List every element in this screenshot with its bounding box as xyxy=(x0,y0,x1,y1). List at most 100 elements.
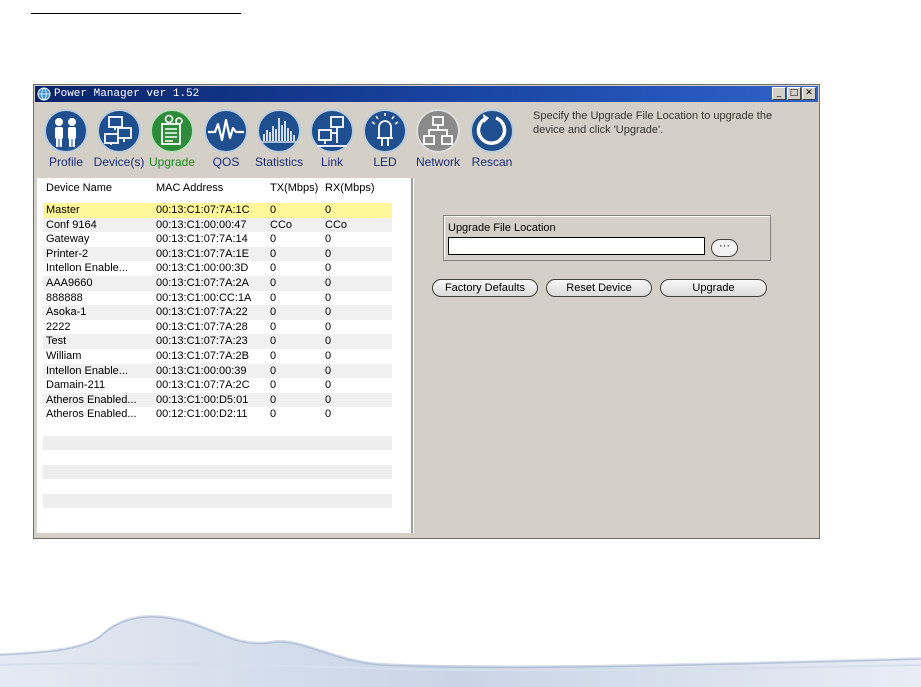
tx-cell: 0 xyxy=(270,262,277,275)
empty-row xyxy=(43,465,392,479)
toolbar-statistics[interactable]: Statistics xyxy=(251,105,307,175)
rx-cell: 0 xyxy=(325,320,332,333)
upgrade-file-path-input[interactable] xyxy=(448,237,705,255)
toolbar-rescan[interactable]: Rescan xyxy=(464,105,520,175)
tx-cell: 0 xyxy=(270,364,277,377)
device-name-cell: Intellon Enable... xyxy=(46,364,128,377)
top-rule xyxy=(31,13,241,14)
toolbar-upgrade[interactable]: Upgrade xyxy=(144,105,200,175)
mac-address-cell: 00:13:C1:07:7A:14 xyxy=(156,233,248,246)
upgrade-file-location-label: Upgrade File Location xyxy=(448,222,556,234)
rx-cell: 0 xyxy=(325,204,332,216)
table-row[interactable]: Atheros Enabled... 00:12:C1:00:D2:11 0 0 xyxy=(43,407,392,422)
tx-cell: 0 xyxy=(270,335,277,348)
rx-cell: CCo xyxy=(325,218,348,231)
toolbar-link[interactable]: Link xyxy=(304,105,360,175)
maximize-button[interactable]: □ xyxy=(787,87,801,100)
device-rows: Master 00:13:C1:07:7A:1C 0 0 Conf 9164 00:13:… xyxy=(43,203,392,422)
tx-cell: 0 xyxy=(270,408,277,421)
instruction-text: Specify the Upgrade File Location to upg… xyxy=(533,110,773,136)
column-header-mac-address[interactable]: MAC Address xyxy=(156,182,223,194)
table-row[interactable]: Atheros Enabled... 00:13:C1:00:D5:01 0 0 xyxy=(43,392,392,408)
mac-address-cell: 00:12:C1:00:D2:11 xyxy=(156,408,248,421)
table-row[interactable]: Test 00:13:C1:07:7A:23 0 0 xyxy=(43,334,392,349)
mac-address-cell: 00:13:C1:00:00:3D xyxy=(156,262,249,275)
factory-defaults-button[interactable]: Factory Defaults xyxy=(432,279,538,297)
upgrade-button[interactable]: Upgrade xyxy=(660,279,767,297)
toolbar-profile[interactable]: Profile xyxy=(38,105,94,175)
toolbar: Profile Device(s) Upgrade QOS Statistics… xyxy=(38,105,516,175)
mac-address-cell: 00:13:C1:07:7A:1C xyxy=(156,204,250,216)
device-name-cell: Gateway xyxy=(46,233,90,246)
tx-cell: 0 xyxy=(270,393,277,406)
mac-address-cell: 00:13:C1:00:D5:01 xyxy=(156,393,249,406)
rx-cell: 0 xyxy=(325,408,332,421)
column-header-tx[interactable]: TX(Mbps) xyxy=(270,182,318,194)
tx-cell: 0 xyxy=(270,204,277,216)
rx-cell: 0 xyxy=(325,306,332,319)
table-row[interactable]: Master 00:13:C1:07:7A:1C 0 0 xyxy=(43,203,392,218)
decorative-wave xyxy=(0,614,921,687)
mac-address-cell: 00:13:C1:00:CC:1A xyxy=(156,291,252,304)
bars-icon xyxy=(257,109,301,153)
table-row[interactable]: 2222 00:13:C1:07:7A:28 0 0 xyxy=(43,320,392,335)
mac-address-cell: 00:13:C1:07:7A:1E xyxy=(156,247,249,260)
rx-cell: 0 xyxy=(325,291,332,304)
column-header-rx[interactable]: RX(Mbps) xyxy=(325,182,375,194)
table-row[interactable]: AAA9660 00:13:C1:07:7A:2A 0 0 xyxy=(43,275,392,291)
rx-cell: 0 xyxy=(325,335,332,348)
rx-cell: 0 xyxy=(325,233,332,246)
toolbar-led[interactable]: LED xyxy=(357,105,413,175)
title-bar[interactable]: Power Manager ver 1.52 _ □ ✕ xyxy=(35,86,818,102)
window-controls: _ □ ✕ xyxy=(772,87,816,100)
browse-button[interactable]: ··· xyxy=(711,239,738,257)
toolbar-devices[interactable]: Device(s) xyxy=(91,105,147,175)
device-name-cell: Atheros Enabled... xyxy=(46,408,137,421)
tx-cell: 0 xyxy=(270,233,277,246)
toolbar-label: Device(s) xyxy=(93,155,145,169)
table-row[interactable]: Intellon Enable... 00:13:C1:00:00:3D 0 0 xyxy=(43,261,392,276)
table-row[interactable]: Conf 9164 00:13:C1:00:00:47 CCo CCo xyxy=(43,217,392,233)
toolbar-label: LED xyxy=(373,155,397,169)
rx-cell: 0 xyxy=(325,364,332,377)
table-row[interactable]: 888888 00:13:C1:00:CC:1A 0 0 xyxy=(43,291,392,306)
table-row[interactable]: Asoka-1 00:13:C1:07:7A:22 0 0 xyxy=(43,305,392,320)
upgrade-panel: Upgrade File Location ··· Factory Defaul… xyxy=(413,178,817,533)
device-name-cell: William xyxy=(46,349,82,362)
device-name-cell: Intellon Enable... xyxy=(46,262,128,275)
empty-row xyxy=(43,436,392,450)
tx-cell: 0 xyxy=(270,379,277,392)
toolbar-label: QOS xyxy=(212,155,240,169)
window-title: Power Manager ver 1.52 xyxy=(54,88,200,100)
upgrade-file-location-group: Upgrade File Location ··· xyxy=(443,215,771,261)
minimize-button[interactable]: _ xyxy=(772,87,786,100)
table-row[interactable]: Damain-211 00:13:C1:07:7A:2C 0 0 xyxy=(43,378,392,393)
toolbar-label: Statistics xyxy=(254,155,303,169)
table-row[interactable]: Printer-2 00:13:C1:07:7A:1E 0 0 xyxy=(43,246,392,262)
toolbar-label: Profile xyxy=(48,155,83,169)
tx-cell: 0 xyxy=(270,320,277,333)
column-header-device-name[interactable]: Device Name xyxy=(46,182,112,194)
rescan-icon xyxy=(470,109,514,153)
tx-cell: CCo xyxy=(270,218,293,231)
device-list[interactable]: Device Name MAC Address TX(Mbps) RX(Mbps… xyxy=(37,178,412,533)
table-row[interactable]: Gateway 00:13:C1:07:7A:14 0 0 xyxy=(43,232,392,247)
computers-icon xyxy=(97,109,141,153)
table-row[interactable]: Intellon Enable... 00:13:C1:00:00:39 0 0 xyxy=(43,363,392,379)
close-button[interactable]: ✕ xyxy=(802,87,816,100)
rx-cell: 0 xyxy=(325,393,332,406)
reset-device-button[interactable]: Reset Device xyxy=(546,279,652,297)
toolbar-network[interactable]: Network xyxy=(410,105,466,175)
mac-address-cell: 00:13:C1:00:00:47 xyxy=(156,218,247,231)
toolbar-qos[interactable]: QOS xyxy=(198,105,254,175)
people-icon xyxy=(44,109,88,153)
device-name-cell: Asoka-1 xyxy=(46,306,87,319)
tx-cell: 0 xyxy=(270,247,277,260)
mac-address-cell: 00:13:C1:07:7A:2C xyxy=(156,379,250,392)
mac-address-cell: 00:13:C1:07:7A:2B xyxy=(156,349,249,362)
device-name-cell: Conf 9164 xyxy=(46,218,97,231)
tx-cell: 0 xyxy=(270,306,277,319)
waveform-icon xyxy=(204,109,248,153)
table-row[interactable]: William 00:13:C1:07:7A:2B 0 0 xyxy=(43,349,392,364)
network-icon xyxy=(416,109,460,153)
